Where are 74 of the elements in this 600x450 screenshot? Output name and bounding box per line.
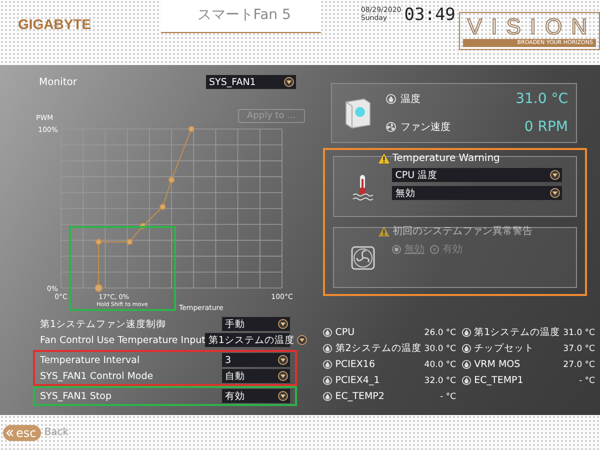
curve-point[interactable] xyxy=(94,284,103,292)
status-value: 31.0 °C xyxy=(516,91,568,107)
temperature-icon xyxy=(462,376,472,385)
page-title: スマートFan 5 xyxy=(161,0,321,33)
sensor-value: 37.0 °C xyxy=(563,344,595,354)
sensor-value: 27.0 °C xyxy=(563,360,595,370)
status-label: ファン速度 xyxy=(400,120,452,134)
back-label: Back xyxy=(44,427,69,438)
temperature-icon xyxy=(323,344,332,353)
curve-point[interactable] xyxy=(140,222,146,230)
sensor-label: EC_TEMP1 xyxy=(474,375,524,386)
series-name: VISION xyxy=(466,15,596,39)
sensor-label: 第1システムの温度 xyxy=(474,326,560,339)
double-chevron-icon xyxy=(6,428,14,436)
sensor-label: 第2システムの温度 xyxy=(335,342,422,355)
radio-icon xyxy=(392,244,402,254)
curve-point[interactable] xyxy=(95,238,102,245)
brand-logo: GIGABYTE xyxy=(18,16,92,32)
setting-label: SYS_FAN1 Stop xyxy=(40,390,112,402)
dropdown-value: 無効 xyxy=(395,186,416,200)
warning-icon xyxy=(378,226,390,236)
dropdown-value: SYS_FAN1 xyxy=(209,76,256,88)
thermometer-icon xyxy=(351,172,376,200)
sensor-label: CPU xyxy=(335,327,356,338)
fan-icon xyxy=(386,122,396,132)
status-value: 0 RPM xyxy=(524,119,568,135)
setting-label: Temperature Interval xyxy=(40,354,140,366)
sensor-value: 40.0 °C xyxy=(424,360,456,370)
dropdown-value: 有効 xyxy=(225,390,245,402)
warning-title: Temperature Warning xyxy=(392,153,500,164)
sensor-label: PCIEX16 xyxy=(335,359,376,370)
sensor-label: EC_TEMP2 xyxy=(335,391,386,402)
temperature-icon xyxy=(323,392,332,401)
warning-icon xyxy=(378,153,390,164)
temperature-icon xyxy=(323,360,332,369)
dropdown-value: 3 xyxy=(225,354,232,366)
curve-point[interactable] xyxy=(160,204,166,210)
fan-select-dropdown[interactable]: SYS_FAN1 xyxy=(206,75,296,89)
setting-label: 第1システムファン速度制御 xyxy=(40,318,166,330)
sensor-label: VRM MOS xyxy=(474,359,522,370)
curve-point[interactable] xyxy=(168,176,175,183)
setting-dropdown[interactable]: 有効 xyxy=(222,389,290,403)
sensor-value: 31.0 °C xyxy=(563,328,595,338)
temperature-icon xyxy=(462,328,472,337)
sensor-value: 26.0 °C xyxy=(424,328,456,338)
sensor-value: 32.0 °C xyxy=(424,376,456,386)
sensor-value: - °C xyxy=(440,392,456,402)
status-label: 温度 xyxy=(400,92,422,106)
threshold-dropdown[interactable]: 無効 xyxy=(392,186,562,200)
curve-point[interactable] xyxy=(188,126,194,132)
sensor-dropdown[interactable]: CPU 温度 xyxy=(392,168,562,182)
sensor-label: チップセット xyxy=(474,342,536,355)
temperature-icon xyxy=(323,328,332,337)
temperature-icon xyxy=(462,344,472,353)
sensor-label: PCIEX4_1 xyxy=(335,375,381,386)
warning-title: 初回のシステムファン異常警告 xyxy=(392,224,532,238)
dropdown-value: 手動 xyxy=(225,318,245,330)
temperature-icon xyxy=(386,94,396,104)
dropdown-value: CPU 温度 xyxy=(395,168,438,182)
dropdown-value: 自動 xyxy=(225,370,245,382)
setting-label: Fan Control Use Temperature Input xyxy=(40,334,206,346)
sensor-value: 30.0 °C xyxy=(424,344,456,354)
radio-icon xyxy=(430,244,440,254)
monitor-label: Monitor xyxy=(39,76,78,88)
sensor-value: - °C xyxy=(579,376,595,386)
temperature-icon xyxy=(323,376,332,385)
fan-icon xyxy=(351,246,376,270)
setting-dropdown[interactable]: 手動 xyxy=(222,317,290,331)
curve-point[interactable] xyxy=(126,238,133,245)
setting-dropdown[interactable]: 自動 xyxy=(222,369,290,383)
temperature-icon xyxy=(462,360,472,369)
setting-label: SYS_FAN1 Control Mode xyxy=(40,370,154,382)
clock-time: 03:49 xyxy=(404,6,456,24)
setting-dropdown[interactable]: 3 xyxy=(222,353,290,367)
